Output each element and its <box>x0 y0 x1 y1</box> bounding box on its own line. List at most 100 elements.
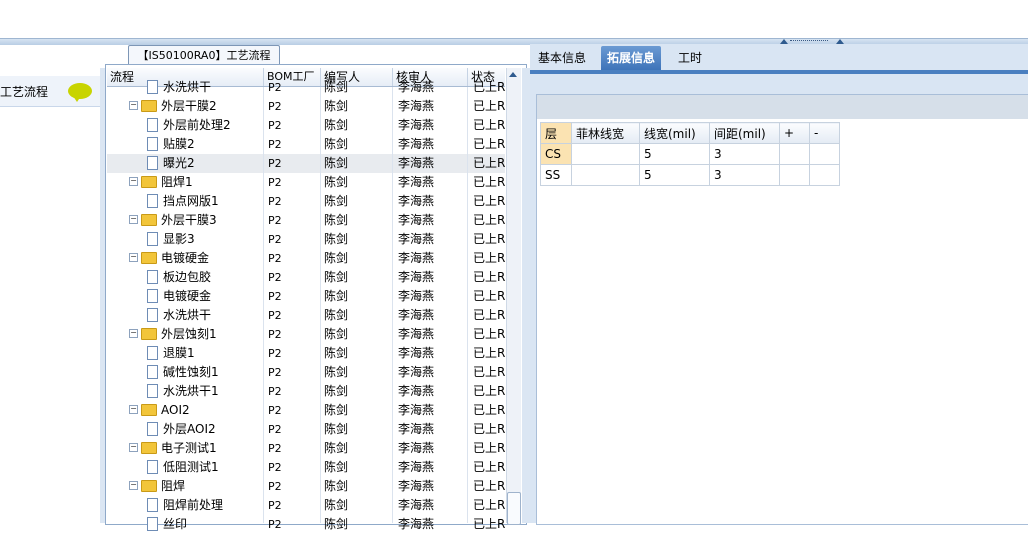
table-cell[interactable] <box>571 143 640 165</box>
middle-splitter[interactable] <box>522 68 530 523</box>
collapse-toggle-icon[interactable]: − <box>129 101 138 110</box>
table-row[interactable]: SS 5 3 <box>540 164 840 186</box>
tree-row[interactable]: 水洗烘干 P2 陈剑 李海燕 已上R <box>107 306 505 325</box>
tree-node[interactable]: − 电子测试1 <box>129 439 264 458</box>
tree-row[interactable]: − 外层蚀刻1 P2 陈剑 李海燕 已上R <box>107 325 505 344</box>
tree-row[interactable]: − 外层干膜2 P2 陈剑 李海燕 已上R <box>107 97 505 116</box>
tree-row[interactable]: 板边包胶 P2 陈剑 李海燕 已上R <box>107 268 505 287</box>
tree-node[interactable]: 板边包胶 <box>147 268 264 287</box>
tree-row[interactable]: 外层前处理2 P2 陈剑 李海燕 已上R <box>107 116 505 135</box>
tree-row[interactable]: 碱性蚀刻1 P2 陈剑 李海燕 已上R <box>107 363 505 382</box>
collapse-toggle-icon[interactable]: − <box>129 215 138 224</box>
header-line-width[interactable]: 线宽(mil) <box>639 122 710 144</box>
tree-row[interactable]: 贴膜2 P2 陈剑 李海燕 已上R <box>107 135 505 154</box>
tree-node-label: 电镀硬金 <box>163 289 212 303</box>
tree-node[interactable]: 水洗烘干1 <box>147 382 264 401</box>
tree-node[interactable]: 外层前处理2 <box>147 116 264 135</box>
tree-node[interactable]: − 外层干膜3 <box>129 211 264 230</box>
tree-node[interactable]: 退膜1 <box>147 344 264 363</box>
tree-node[interactable]: − 外层蚀刻1 <box>129 325 264 344</box>
tree-row[interactable]: 显影3 P2 陈剑 李海燕 已上R <box>107 230 505 249</box>
remove-column-button[interactable]: - <box>809 122 840 144</box>
table-cell[interactable] <box>779 164 810 186</box>
tree-node-label: 电子测试1 <box>161 441 217 455</box>
speech-bubble-icon[interactable] <box>68 83 92 102</box>
table-cell[interactable] <box>809 143 840 165</box>
table-cell[interactable]: CS <box>540 143 572 165</box>
tree-node[interactable]: − 阻焊 <box>129 477 264 496</box>
collapse-toggle-icon[interactable]: − <box>129 177 138 186</box>
tree-node[interactable]: − 外层干膜2 <box>129 97 264 116</box>
tree-row[interactable]: − 电子测试1 P2 陈剑 李海燕 已上R <box>107 439 505 458</box>
cell-status: 已上R <box>473 99 505 113</box>
cell-status: 已上R <box>473 137 505 151</box>
collapse-toggle-icon[interactable]: − <box>129 253 138 262</box>
tree-node[interactable]: 挡点网版1 <box>147 192 264 211</box>
tab-basic-info[interactable]: 基本信息 <box>532 46 592 70</box>
tree-node[interactable]: − 阻焊1 <box>129 173 264 192</box>
tree-node[interactable]: 阻焊前处理 <box>147 496 264 515</box>
tree-node[interactable]: 碱性蚀刻1 <box>147 363 264 382</box>
tree-node-label: 外层AOI2 <box>163 422 216 436</box>
tree-row[interactable]: 丝印 P2 陈剑 李海燕 已上R <box>107 515 505 534</box>
collapse-toggle-icon[interactable]: − <box>129 481 138 490</box>
process-tree-scrollbar[interactable] <box>506 68 521 523</box>
tree-row[interactable]: 阻焊前处理 P2 陈剑 李海燕 已上R <box>107 496 505 515</box>
tree-row[interactable]: 水洗烘干1 P2 陈剑 李海燕 已上R <box>107 382 505 401</box>
tree-row[interactable]: 外层AOI2 P2 陈剑 李海燕 已上R <box>107 420 505 439</box>
header-layer[interactable]: 层 <box>540 122 572 144</box>
tree-node[interactable]: 曝光2 <box>147 154 264 173</box>
tree-node[interactable]: − 电镀硬金 <box>129 249 264 268</box>
tree-node[interactable]: 贴膜2 <box>147 135 264 154</box>
tree-row[interactable]: − 阻焊 P2 陈剑 李海燕 已上R <box>107 477 505 496</box>
cell-factory: P2 <box>268 461 282 474</box>
add-column-button[interactable]: + <box>779 122 810 144</box>
tree-row[interactable]: 水洗烘干 P2 陈剑 李海燕 已上R <box>107 78 505 97</box>
tree-node-label: 阻焊1 <box>161 175 193 189</box>
tree-row[interactable]: 电镀硬金 P2 陈剑 李海燕 已上R <box>107 287 505 306</box>
folder-icon <box>141 99 157 112</box>
tree-row[interactable]: 低阻测试1 P2 陈剑 李海燕 已上R <box>107 458 505 477</box>
table-cell[interactable]: 3 <box>709 143 780 165</box>
tree-row[interactable]: − 阻焊1 P2 陈剑 李海燕 已上R <box>107 173 505 192</box>
cell-status: 已上R <box>473 289 505 303</box>
cell-reviewer: 李海燕 <box>398 156 435 170</box>
header-film-line-width[interactable]: 菲林线宽 <box>571 122 640 144</box>
table-row[interactable]: CS 5 3 <box>540 143 840 165</box>
collapse-toggle-icon[interactable]: − <box>129 329 138 338</box>
table-cell[interactable]: SS <box>540 164 572 186</box>
collapse-toggle-icon[interactable]: − <box>129 443 138 452</box>
table-cell[interactable]: 5 <box>639 164 710 186</box>
tab-work-hours[interactable]: 工时 <box>672 46 708 70</box>
document-icon <box>147 516 158 531</box>
scroll-up-icon[interactable] <box>509 72 517 77</box>
tree-row[interactable]: 挡点网版1 P2 陈剑 李海燕 已上R <box>107 192 505 211</box>
cell-factory: P2 <box>268 423 282 436</box>
tab-extended-info[interactable]: 拓展信息 <box>601 46 662 70</box>
tree-node[interactable]: 水洗烘干 <box>147 306 264 325</box>
tree-node[interactable]: 外层AOI2 <box>147 420 264 439</box>
collapse-toggle-icon[interactable]: − <box>129 405 138 414</box>
tree-node[interactable]: 丝印 <box>147 515 264 534</box>
table-cell[interactable]: 5 <box>639 143 710 165</box>
table-cell[interactable] <box>809 164 840 186</box>
tree-row[interactable]: 退膜1 P2 陈剑 李海燕 已上R <box>107 344 505 363</box>
tree-row[interactable]: − 电镀硬金 P2 陈剑 李海燕 已上R <box>107 249 505 268</box>
scrollbar-thumb[interactable] <box>507 492 521 525</box>
tree-row[interactable]: − AOI2 P2 陈剑 李海燕 已上R <box>107 401 505 420</box>
tree-node[interactable]: 显影3 <box>147 230 264 249</box>
tree-node-label: 曝光2 <box>163 156 195 170</box>
cell-reviewer: 李海燕 <box>398 498 435 512</box>
tree-row[interactable]: − 外层干膜3 P2 陈剑 李海燕 已上R <box>107 211 505 230</box>
tree-node[interactable]: 电镀硬金 <box>147 287 264 306</box>
header-spacing[interactable]: 间距(mil) <box>709 122 780 144</box>
table-cell[interactable] <box>571 164 640 186</box>
table-cell[interactable]: 3 <box>709 164 780 186</box>
tree-row[interactable]: 曝光2 P2 陈剑 李海燕 已上R <box>107 154 505 173</box>
tree-node[interactable]: 水洗烘干 <box>147 78 264 97</box>
cell-writer: 陈剑 <box>324 346 349 360</box>
cell-reviewer: 李海燕 <box>398 479 435 493</box>
tree-node[interactable]: 低阻测试1 <box>147 458 264 477</box>
table-cell[interactable] <box>779 143 810 165</box>
tree-node[interactable]: − AOI2 <box>129 401 264 420</box>
